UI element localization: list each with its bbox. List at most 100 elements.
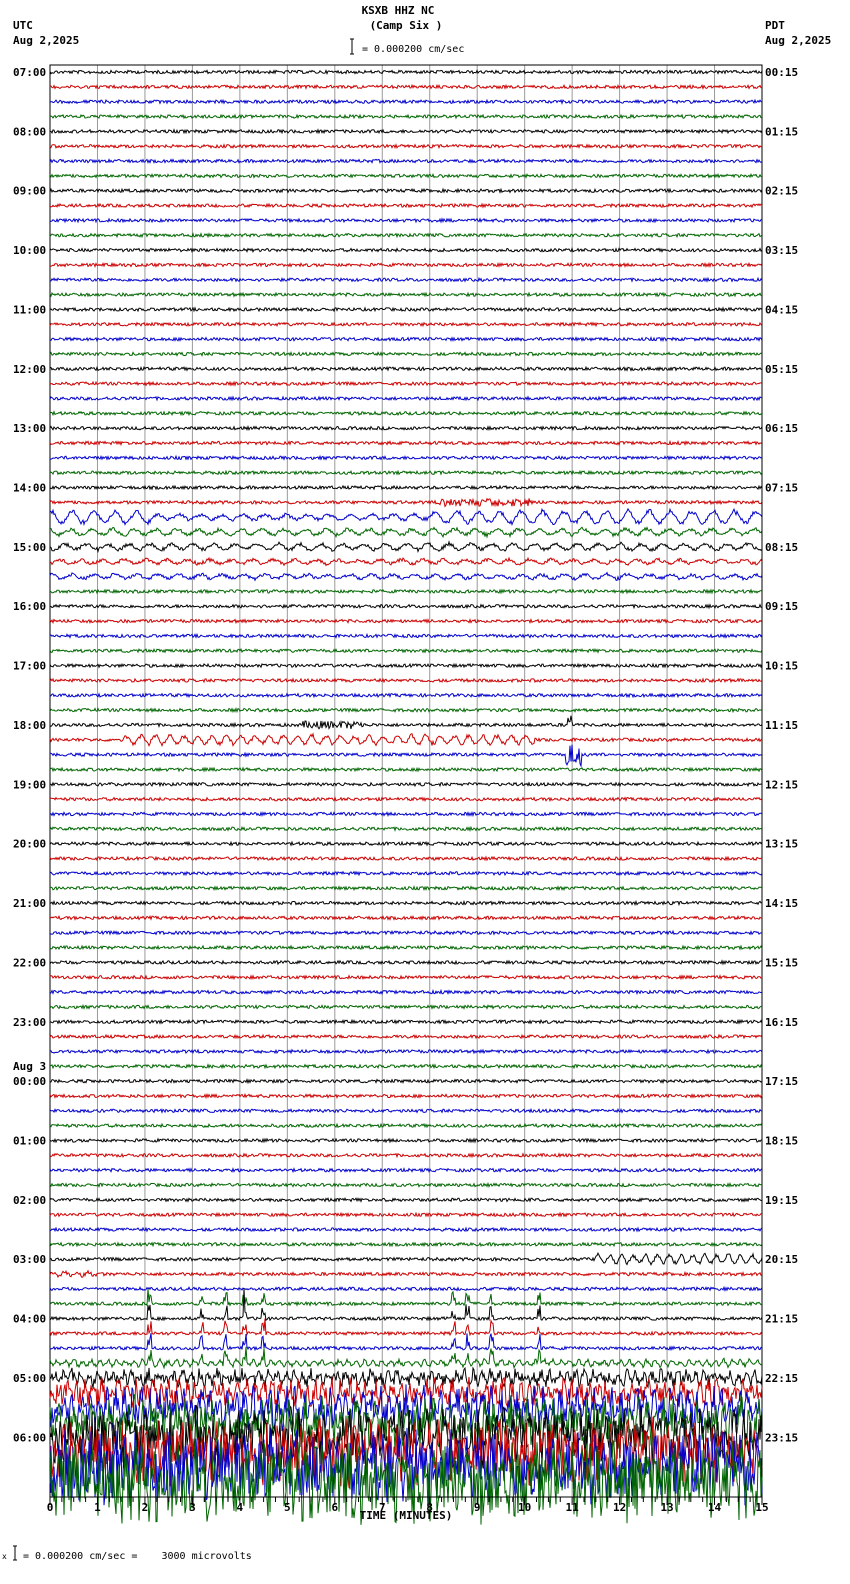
seismic-trace [49,744,763,768]
seismic-trace [49,766,763,773]
seismic-trace [49,1107,762,1114]
seismic-trace [49,321,763,328]
x-tick-label: 15 [755,1501,768,1514]
x-tick-label: 1 [94,1501,101,1514]
x-tick-label: 2 [142,1501,149,1514]
x-tick-label: 9 [474,1501,481,1514]
seismic-trace [49,410,763,417]
seismic-trace [49,380,763,387]
x-axis-label: TIME (MINUTES) [360,1509,453,1522]
seismic-trace [49,1285,763,1293]
left-hour-label: 05:00 [13,1372,46,1385]
seismic-trace [49,98,763,105]
left-hour-label: 01:00 [13,1134,46,1147]
right-hour-label: 04:15 [765,303,798,316]
seismic-trace [49,571,763,582]
left-hour-label: 17:00 [13,660,46,673]
footer-scale-label: = 0.000200 cm/sec = 3000 microvolts [23,1551,252,1562]
seismic-trace [49,810,763,818]
x-tick-label: 3 [189,1501,196,1514]
scale-bar-icon [350,38,354,55]
seismic-trace [49,1318,763,1337]
right-hour-label: 14:15 [765,897,798,910]
seismic-trace [49,692,763,699]
seismic-trace [49,1252,763,1266]
left-hour-label: 22:00 [13,956,46,969]
right-hour-label: 01:15 [765,125,798,138]
seismic-trace [49,128,763,135]
right-hour-label: 11:15 [765,719,798,732]
seismic-trace [49,232,763,239]
seismic-trace [49,840,763,847]
right-hour-label: 02:15 [765,185,798,198]
x-tick-label: 0 [47,1501,54,1514]
seismic-trace [49,715,763,730]
left-hour-label: 08:00 [13,125,46,138]
seismic-trace [49,143,763,150]
seismic-trace [49,113,763,120]
left-hour-label: 13:00 [13,422,46,435]
seismic-trace [49,1122,763,1129]
right-hour-label: 08:15 [765,541,798,554]
left-hour-label: 19:00 [13,778,46,791]
x-tick-label: 6 [331,1501,338,1514]
chart-title: KSXB HHZ NC [362,4,435,17]
seismic-trace [49,217,763,224]
left-hour-label: 21:00 [13,897,46,910]
left-hour-label: 02:00 [13,1194,46,1207]
seismic-trace [49,707,763,714]
seismic-trace [49,899,763,907]
left-hour-label: 15:00 [13,541,46,554]
right-hour-label: 05:15 [765,363,798,376]
footer-mark: x [2,1552,7,1561]
seismic-trace [49,172,763,179]
seismic-trace [50,526,763,539]
seismic-trace [49,1346,763,1370]
footer-scale-bar-icon [13,1545,17,1561]
seismic-trace [49,1003,763,1010]
right-timezone: PDT [765,19,785,32]
seismic-trace [49,732,763,748]
seismic-trace [49,68,763,76]
date-change-label: Aug 3 [13,1060,46,1073]
seismic-trace [49,1092,763,1100]
helicorder-plot: KSXB HHZ NC (Camp Six ) UTC Aug 2,2025 P… [2,4,831,1562]
seismic-trace [49,825,763,832]
seismic-trace [49,158,763,164]
left-hour-label: 18:00 [13,719,46,732]
seismic-trace [49,1197,763,1203]
seismic-trace [49,662,763,669]
seismic-trace [49,1167,763,1174]
left-hour-label: 11:00 [13,303,46,316]
chart-subtitle: (Camp Six ) [370,19,443,32]
right-hour-label: 13:15 [765,838,798,851]
seismic-trace [49,914,763,921]
seismic-trace [49,855,763,862]
right-hour-label: 19:15 [765,1194,798,1207]
seismic-trace [50,261,763,268]
left-hour-label: 20:00 [13,838,46,851]
right-hour-label: 03:15 [765,244,798,257]
right-hour-label: 00:15 [765,66,798,79]
right-hour-label: 17:15 [765,1075,798,1088]
x-tick-label: 14 [708,1501,722,1514]
seismic-trace [49,247,763,254]
left-hour-label: 23:00 [13,1016,46,1029]
seismic-trace [49,1211,763,1218]
seismic-trace [49,1269,763,1279]
seismic-trace [49,1333,763,1352]
left-hour-label: 16:00 [13,600,46,613]
left-hour-label: 12:00 [13,363,46,376]
left-hour-label: 04:00 [13,1313,46,1326]
right-hour-label: 07:15 [765,482,798,495]
right-hour-label: 09:15 [765,600,798,613]
seismic-trace [49,1137,763,1144]
x-tick-label: 12 [613,1501,626,1514]
seismic-trace [49,335,763,343]
right-hour-label: 16:15 [765,1016,798,1029]
left-hour-label: 07:00 [13,66,46,79]
seismic-trace [49,944,763,951]
seismic-trace [49,1152,763,1159]
seismic-trace [49,603,762,610]
seismic-trace [49,1033,763,1040]
